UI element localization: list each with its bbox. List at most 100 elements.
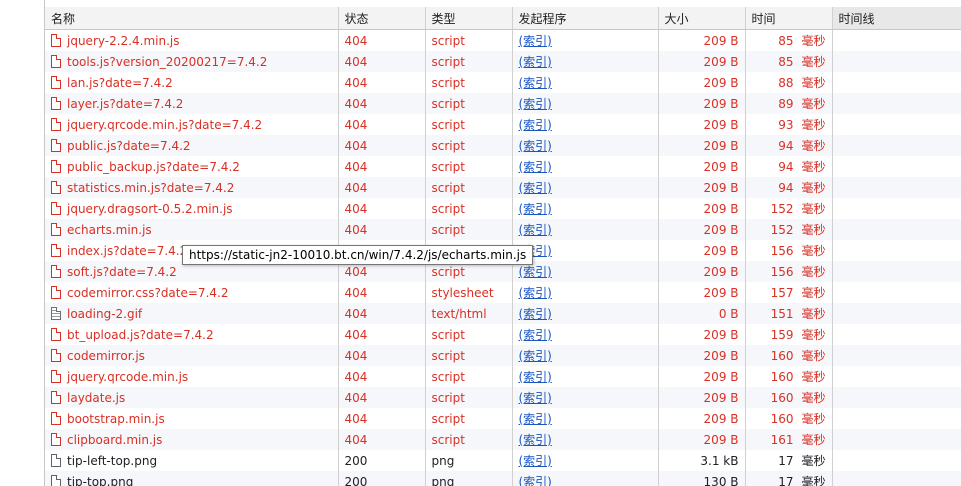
request-time: 160 (770, 391, 794, 405)
initiator-link[interactable]: (索引) (519, 433, 552, 447)
request-name-cell[interactable]: tip-left-top.png (45, 450, 339, 471)
request-type: script (425, 198, 513, 219)
initiator-link[interactable]: (索引) (519, 307, 552, 321)
column-header-type[interactable]: 类型 (425, 7, 513, 30)
time-unit: 毫秒 (801, 391, 826, 405)
script-file-icon (51, 433, 61, 446)
column-header-name[interactable]: 名称 (45, 7, 339, 30)
script-file-icon (51, 223, 61, 236)
initiator-link[interactable]: (索引) (519, 370, 552, 384)
initiator-link[interactable]: (索引) (519, 55, 552, 69)
request-size: 209 B (658, 156, 746, 177)
request-name-cell[interactable]: tip-top.png (45, 471, 339, 486)
request-size: 209 B (658, 29, 746, 51)
initiator-link[interactable]: (索引) (519, 391, 552, 405)
initiator-link[interactable]: (索引) (519, 160, 552, 174)
request-name-cell[interactable]: jquery.qrcode.min.js?date=7.4.2 (45, 114, 339, 135)
initiator-link[interactable]: (索引) (519, 76, 552, 90)
time-unit: 毫秒 (801, 139, 826, 153)
request-name: loading-2.gif (67, 306, 143, 321)
request-name: echarts.min.js (67, 222, 152, 237)
request-name-cell[interactable]: bt_upload.js?date=7.4.2 (45, 324, 339, 345)
initiator-link[interactable]: (索引) (519, 118, 552, 132)
table-row[interactable]: jquery.qrcode.min.js 404 script (索引) 209 B 16… (45, 366, 961, 387)
table-row[interactable]: tip-left-top.png 200 png (索引) 3.1 kB 17 毫秒 (45, 450, 961, 471)
request-name-cell[interactable]: codemirror.js (45, 345, 339, 366)
table-row[interactable]: lan.js?date=7.4.2 404 script (索引) 209 B 88 毫秒 (45, 72, 961, 93)
initiator-link[interactable]: (索引) (519, 328, 552, 342)
table-row[interactable]: tip-top.png 200 png (索引) 130 B 17 毫秒 (45, 471, 961, 486)
column-header-waterfall[interactable]: 时间线 (832, 7, 961, 30)
request-name-cell[interactable]: public_backup.js?date=7.4.2 (45, 156, 339, 177)
request-time: 152 (770, 223, 794, 237)
request-time-cell: 88 毫秒 (745, 72, 833, 93)
request-initiator-cell: (索引) (512, 156, 659, 177)
request-time-cell: 160 毫秒 (745, 408, 833, 429)
initiator-link[interactable]: (索引) (519, 202, 552, 216)
initiator-link[interactable]: (索引) (519, 454, 552, 468)
table-row[interactable]: bootstrap.min.js 404 script (索引) 209 B 160 毫秒 (45, 408, 961, 429)
request-name: tools.js?version_20200217=7.4.2 (67, 54, 268, 69)
request-time: 160 (770, 370, 794, 384)
request-name-cell[interactable]: statistics.min.js?date=7.4.2 (45, 177, 339, 198)
time-unit: 毫秒 (801, 76, 826, 90)
request-name-cell[interactable]: codemirror.css?date=7.4.2 (45, 282, 339, 303)
waterfall-cell (832, 366, 961, 387)
request-name-cell[interactable]: echarts.min.js (45, 219, 339, 240)
table-row[interactable]: public.js?date=7.4.2 404 script (索引) 209 B 94… (45, 135, 961, 156)
document-file-icon (51, 307, 61, 320)
request-time-cell: 85 毫秒 (745, 29, 833, 51)
column-header-status[interactable]: 状态 (338, 7, 426, 30)
request-time: 152 (770, 202, 794, 216)
table-row[interactable]: bt_upload.js?date=7.4.2 404 script (索引) 209 … (45, 324, 961, 345)
table-row[interactable]: tools.js?version_20200217=7.4.2 404 script… (45, 51, 961, 72)
request-status: 404 (338, 93, 426, 114)
column-header-initiator[interactable]: 发起程序 (512, 7, 659, 30)
request-name-cell[interactable]: lan.js?date=7.4.2 (45, 72, 339, 93)
request-name-cell[interactable]: bootstrap.min.js (45, 408, 339, 429)
table-row[interactable]: jquery-2.2.4.min.js 404 script (索引) 209 B 85 毫… (45, 29, 961, 51)
initiator-link[interactable]: (索引) (519, 34, 552, 48)
initiator-link[interactable]: (索引) (519, 265, 552, 279)
request-name-cell[interactable]: jquery.qrcode.min.js (45, 366, 339, 387)
initiator-link[interactable]: (索引) (519, 349, 552, 363)
initiator-link[interactable]: (索引) (519, 223, 552, 237)
table-row[interactable]: echarts.min.js 404 script (索引) 209 B 152 毫秒 (45, 219, 961, 240)
request-name-cell[interactable]: laydate.js (45, 387, 339, 408)
table-row[interactable]: statistics.min.js?date=7.4.2 404 script (索引… (45, 177, 961, 198)
request-name-cell[interactable]: tools.js?version_20200217=7.4.2 (45, 51, 339, 72)
table-row[interactable]: jquery.qrcode.min.js?date=7.4.2 404 script… (45, 114, 961, 135)
initiator-link[interactable]: (索引) (519, 286, 552, 300)
request-name-cell[interactable]: jquery-2.2.4.min.js (45, 29, 339, 51)
request-name-cell[interactable]: loading-2.gif (45, 303, 339, 324)
column-header-time[interactable]: 时间 (745, 7, 833, 30)
request-name: tip-left-top.png (67, 453, 158, 468)
request-name: jquery-2.2.4.min.js (67, 33, 180, 48)
table-row[interactable]: loading-2.gif 404 text/html (索引) 0 B 151 毫秒 (45, 303, 961, 324)
table-row[interactable]: codemirror.js 404 script (索引) 209 B 160 毫秒 (45, 345, 961, 366)
request-name-cell[interactable]: layer.js?date=7.4.2 (45, 93, 339, 114)
table-row[interactable]: public_backup.js?date=7.4.2 404 script (索引)… (45, 156, 961, 177)
initiator-link[interactable]: (索引) (519, 181, 552, 195)
table-row[interactable]: laydate.js 404 script (索引) 209 B 160 毫秒 (45, 387, 961, 408)
table-row[interactable]: clipboard.min.js 404 script (索引) 209 B 161 毫秒 (45, 429, 961, 450)
waterfall-cell (832, 261, 961, 282)
time-unit: 毫秒 (801, 244, 826, 258)
script-file-icon (51, 34, 61, 47)
table-row[interactable]: codemirror.css?date=7.4.2 404 stylesheet (索… (45, 282, 961, 303)
request-initiator-cell: (索引) (512, 429, 659, 450)
column-header-size[interactable]: 大小 (658, 7, 746, 30)
initiator-link[interactable]: (索引) (519, 412, 552, 426)
request-name-cell[interactable]: public.js?date=7.4.2 (45, 135, 339, 156)
request-name-cell[interactable]: jquery.dragsort-0.5.2.min.js (45, 198, 339, 219)
initiator-link[interactable]: (索引) (519, 97, 552, 111)
request-name-cell[interactable]: clipboard.min.js (45, 429, 339, 450)
request-type: png (425, 450, 513, 471)
initiator-link[interactable]: (索引) (519, 139, 552, 153)
request-time: 157 (770, 286, 794, 300)
table-row[interactable]: layer.js?date=7.4.2 404 script (索引) 209 B 89 毫… (45, 93, 961, 114)
request-time: 89 (778, 97, 794, 111)
waterfall-cell (832, 429, 961, 450)
table-row[interactable]: jquery.dragsort-0.5.2.min.js 404 script (索引… (45, 198, 961, 219)
initiator-link[interactable]: (索引) (519, 475, 552, 486)
